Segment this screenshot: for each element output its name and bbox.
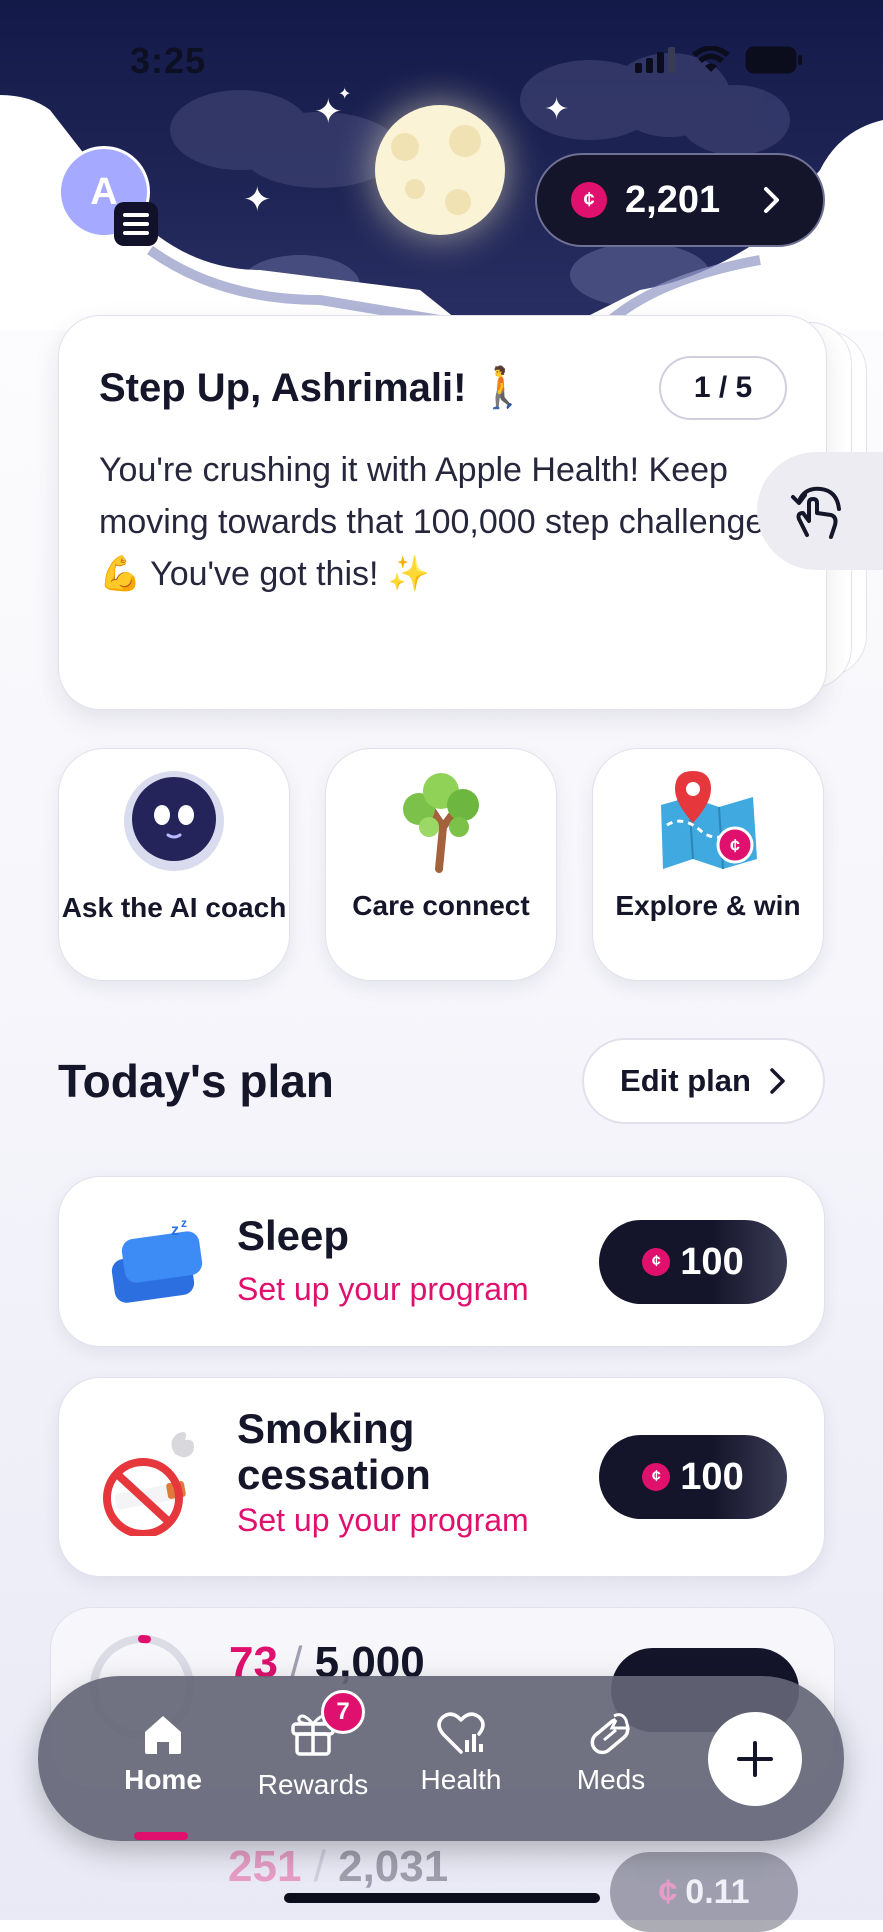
plan-item-faded: 251 / 2,031 ¢ 0.11 [50, 1842, 833, 1932]
status-icons [635, 46, 803, 74]
reward-points-pill[interactable]: ¢ 100 [599, 1220, 787, 1304]
plan-item-subtitle: Set up your program [237, 1502, 529, 1538]
faded-total: 2,031 [338, 1842, 449, 1891]
explore-win-label: Explore & win [615, 890, 801, 921]
chevron-right-icon [764, 187, 780, 213]
sparkle-icon: ✦ [243, 181, 272, 219]
coin-icon: ¢ [642, 1463, 671, 1491]
active-tab-indicator [134, 1832, 188, 1840]
cellular-signal-icon [635, 47, 675, 73]
tab-label: Home [124, 1764, 202, 1795]
swipe-replay-button[interactable] [757, 452, 883, 570]
home-icon [145, 1716, 181, 1754]
hand-swipe-icon [791, 486, 841, 539]
no-smoking-icon [103, 1432, 194, 1536]
moon-icon [375, 105, 505, 235]
coin-icon: ¢ [658, 1872, 678, 1911]
care-connect-label: Care connect [352, 890, 530, 921]
pill-bell-icon [590, 1713, 630, 1755]
tab-home[interactable]: Home [98, 1710, 228, 1796]
pillow-icon: z z [111, 1216, 203, 1303]
card-counter: 1 / 5 [659, 356, 787, 420]
edit-plan-button[interactable]: Edit plan [582, 1038, 825, 1124]
plan-item-smoking-cessation[interactable]: Smoking cessation Set up your program ¢ … [58, 1377, 825, 1577]
status-time: 3:25 [130, 40, 207, 81]
menu-icon[interactable] [114, 202, 158, 246]
tab-health[interactable]: Health [396, 1710, 526, 1796]
reward-points-pill: ¢ 0.11 [610, 1852, 798, 1932]
coin-icon: ¢ [642, 1248, 671, 1276]
faded-current: 251 [228, 1842, 302, 1891]
map-pin-icon: ¢ [661, 771, 757, 870]
add-button[interactable] [708, 1712, 802, 1806]
sparkle-icon: ✦ [338, 86, 352, 103]
coin-icon: ¢ [571, 182, 607, 218]
explore-win-tile[interactable]: ¢ Explore & win [592, 748, 824, 981]
ask-ai-coach-label: Ask the AI coach [61, 892, 287, 923]
reward-value: 100 [680, 1240, 744, 1283]
coach-message-card[interactable]: Step Up, Ashrimali! 🚶 1 / 5 You're crush… [58, 315, 827, 710]
svg-text:¢: ¢ [730, 836, 740, 856]
care-connect-tile[interactable]: Care connect [325, 748, 557, 981]
plan-item-name: Sleep [237, 1212, 350, 1259]
plan-item-sleep[interactable]: z z Sleep Set up your program ¢ 100 [58, 1176, 825, 1347]
chevron-right-icon [770, 1068, 785, 1094]
ask-ai-coach-tile[interactable]: Ask the AI coach [58, 748, 290, 981]
reward-value: 100 [680, 1455, 744, 1498]
points-value: 2,201 [625, 178, 721, 221]
svg-text:z: z [171, 1222, 179, 1239]
plus-icon [737, 1741, 773, 1777]
plan-item-subtitle: Set up your program [237, 1271, 529, 1307]
tab-label: Rewards [257, 1769, 369, 1800]
home-indicator [284, 1893, 600, 1903]
coach-card-title: Step Up, Ashrimali! 🚶 [99, 366, 528, 410]
reward-points-pill[interactable]: ¢ 100 [599, 1435, 787, 1519]
heart-chart-icon [437, 1712, 485, 1754]
svg-text:z: z [181, 1216, 187, 1230]
edit-plan-label: Edit plan [620, 1063, 751, 1098]
wifi-icon [692, 46, 730, 72]
plan-item-name: Smoking cessation [237, 1405, 431, 1498]
points-balance-button[interactable]: ¢ 2,201 [535, 153, 825, 247]
coach-card-body: You're crushing it with Apple Health! Ke… [99, 451, 774, 593]
reward-value: 0.11 [685, 1872, 750, 1911]
ai-coach-robot-icon [124, 771, 224, 871]
tab-meds[interactable]: Meds [546, 1710, 676, 1796]
todays-plan-title: Today's plan [58, 1055, 334, 1107]
rewards-badge: 7 [321, 1690, 365, 1734]
tab-label: Health [420, 1764, 502, 1795]
tab-rewards[interactable]: 7 Rewards [248, 1690, 378, 1801]
sparkle-icon: ✦ [544, 93, 570, 126]
tab-label: Meds [576, 1764, 646, 1795]
bottom-tab-bar: Home 7 Rewards Health Meds [38, 1676, 844, 1841]
battery-icon [745, 46, 802, 74]
tree-icon [403, 773, 479, 873]
